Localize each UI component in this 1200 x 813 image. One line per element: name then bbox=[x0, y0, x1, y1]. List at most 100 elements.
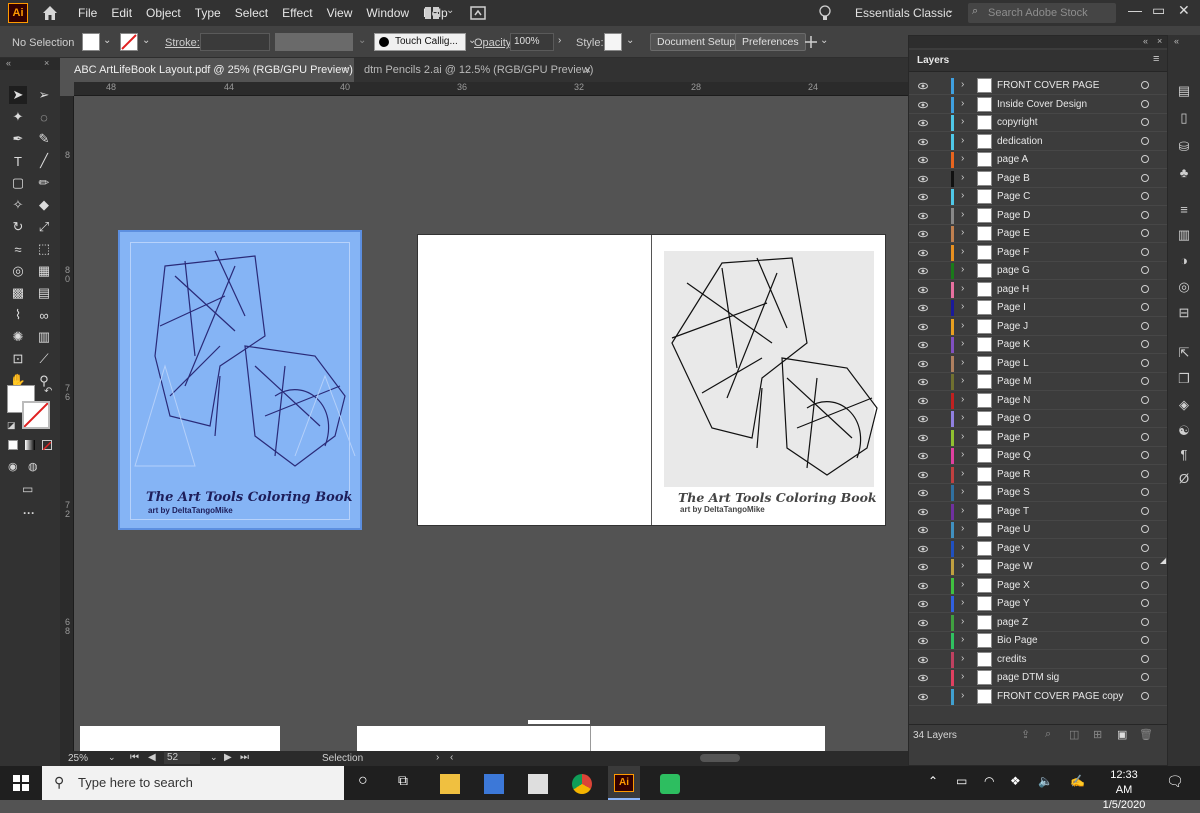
expand-layer-icon[interactable]: › bbox=[961, 301, 964, 312]
layer-row[interactable]: › copyright bbox=[909, 114, 1167, 132]
visibility-eye-icon[interactable] bbox=[918, 303, 928, 313]
tab-abc-artlifebook[interactable]: ABC ArtLifeBook Layout.pdf @ 25% (RGB/GP… bbox=[74, 58, 354, 82]
layer-target-icon[interactable] bbox=[1141, 543, 1149, 552]
layer-row[interactable]: › Page Y bbox=[909, 595, 1167, 613]
workspace-switcher[interactable]: Essentials Classic bbox=[855, 6, 952, 20]
more-tools-icon[interactable]: ··· bbox=[23, 506, 35, 520]
chevron-down-icon[interactable]: ⌄ bbox=[108, 752, 116, 763]
expand-layer-icon[interactable]: › bbox=[961, 542, 964, 553]
expand-layer-icon[interactable]: › bbox=[961, 190, 964, 201]
cortana-icon[interactable]: ○ bbox=[358, 772, 368, 790]
mesh-tool-icon[interactable]: ▩ bbox=[9, 284, 27, 302]
layer-target-icon[interactable] bbox=[1141, 580, 1149, 589]
export-panel-icon[interactable]: ⇱ bbox=[1176, 345, 1192, 361]
none-mode-icon[interactable] bbox=[42, 440, 52, 451]
chevron-down-icon[interactable]: ⌄ bbox=[103, 35, 111, 46]
export-icon[interactable]: ⇪ bbox=[1021, 728, 1030, 741]
visibility-eye-icon[interactable] bbox=[918, 618, 928, 628]
layer-target-icon[interactable] bbox=[1141, 636, 1149, 644]
chevron-right-icon[interactable]: › bbox=[558, 35, 561, 46]
paintbrush-tool-icon[interactable]: ✏ bbox=[35, 174, 53, 192]
layer-row[interactable]: › Bio Page bbox=[909, 632, 1167, 650]
layer-name[interactable]: page G bbox=[997, 265, 1030, 276]
stroke-color-box[interactable] bbox=[22, 401, 50, 429]
layer-target-icon[interactable] bbox=[1141, 691, 1149, 700]
task-view-icon[interactable]: ⧉ bbox=[398, 772, 408, 789]
layer-name[interactable]: page H bbox=[997, 284, 1029, 295]
paint-bucket-icon[interactable]: ⛁ bbox=[1176, 139, 1192, 155]
expand-layer-icon[interactable]: › bbox=[961, 653, 964, 664]
collapse-icon[interactable]: « bbox=[6, 58, 11, 68]
arrange-documents-icon[interactable] bbox=[424, 5, 440, 21]
collapse-icon[interactable]: « bbox=[1143, 36, 1148, 46]
layer-row[interactable]: › Page I bbox=[909, 299, 1167, 317]
layer-name[interactable]: Page D bbox=[997, 210, 1030, 221]
layer-name[interactable]: page DTM sig bbox=[997, 672, 1059, 683]
lasso-tool-icon[interactable]: ◌ bbox=[35, 108, 53, 126]
layer-row[interactable]: › Page V bbox=[909, 540, 1167, 558]
tab-dtm-pencils[interactable]: dtm Pencils 2.ai @ 12.5% (RGB/GPU Previe… bbox=[364, 58, 593, 82]
layer-target-icon[interactable] bbox=[1141, 340, 1149, 348]
visibility-eye-icon[interactable] bbox=[918, 322, 928, 332]
align-panel-icon[interactable]: ⊟ bbox=[1176, 305, 1192, 321]
store-icon[interactable] bbox=[484, 774, 504, 794]
layer-row[interactable]: › Page D bbox=[909, 207, 1167, 225]
layer-name[interactable]: Page O bbox=[997, 413, 1031, 424]
scroll-left-icon[interactable]: ‹ bbox=[450, 752, 453, 763]
expand-layer-icon[interactable]: › bbox=[961, 394, 964, 405]
artboard-number-field[interactable]: 52 bbox=[164, 752, 200, 764]
layer-row[interactable]: › Page W bbox=[909, 558, 1167, 576]
layer-target-icon[interactable] bbox=[1141, 673, 1149, 681]
expand-layer-icon[interactable]: › bbox=[961, 283, 964, 294]
expand-layer-icon[interactable]: › bbox=[961, 135, 964, 146]
tray-expand-icon[interactable]: ⌃ bbox=[928, 774, 938, 788]
layer-name[interactable]: Page K bbox=[997, 339, 1030, 350]
layer-row[interactable]: › Page M bbox=[909, 373, 1167, 391]
chevron-down-icon[interactable]: ⌄ bbox=[946, 5, 954, 16]
visibility-eye-icon[interactable] bbox=[918, 285, 928, 295]
chevron-down-icon[interactable]: ⌄ bbox=[446, 5, 454, 16]
expand-layer-icon[interactable]: › bbox=[961, 486, 964, 497]
battery-icon[interactable]: ▭ bbox=[956, 774, 967, 788]
layer-name[interactable]: Page J bbox=[997, 321, 1028, 332]
layer-name[interactable]: Page N bbox=[997, 395, 1030, 406]
layer-name[interactable]: Page B bbox=[997, 173, 1030, 184]
stroke-swatch[interactable] bbox=[120, 33, 138, 51]
paragraph-icon[interactable]: ¶ bbox=[1176, 447, 1192, 463]
layers-tab[interactable]: Layers ≡ bbox=[909, 50, 1167, 72]
curvature-tool-icon[interactable]: ✎ bbox=[35, 130, 53, 148]
locate-object-icon[interactable]: ⌕ bbox=[1045, 728, 1051, 741]
appearance-panel-icon[interactable]: ◎ bbox=[1176, 279, 1192, 295]
visibility-eye-icon[interactable] bbox=[918, 211, 928, 221]
layer-row[interactable]: › page G bbox=[909, 262, 1167, 280]
new-sublayer-icon[interactable]: ⊞ bbox=[1093, 728, 1102, 741]
layer-target-icon[interactable] bbox=[1141, 266, 1149, 274]
layer-row[interactable]: › Page K bbox=[909, 336, 1167, 354]
layer-target-icon[interactable] bbox=[1141, 81, 1149, 89]
visibility-eye-icon[interactable] bbox=[918, 192, 928, 202]
layer-row[interactable]: › Page C bbox=[909, 188, 1167, 206]
visibility-eye-icon[interactable] bbox=[918, 414, 928, 424]
perspective-grid-tool-icon[interactable]: ▦ bbox=[35, 262, 53, 280]
layer-row[interactable]: › FRONT COVER PAGE copy bbox=[909, 688, 1167, 706]
layer-name[interactable]: Page C bbox=[997, 191, 1030, 202]
expand-layer-icon[interactable]: › bbox=[961, 412, 964, 423]
layer-row[interactable]: › Page P bbox=[909, 429, 1167, 447]
chevron-down-icon[interactable]: ⌄ bbox=[210, 752, 218, 763]
chevron-down-icon[interactable]: ⌄ bbox=[626, 35, 634, 46]
visibility-eye-icon[interactable] bbox=[918, 137, 928, 147]
artboards-panel-icon[interactable]: ❐ bbox=[1176, 371, 1192, 387]
layer-name[interactable]: Page L bbox=[997, 358, 1029, 369]
layer-name[interactable]: Page X bbox=[997, 580, 1030, 591]
default-colors-icon[interactable]: ◪ bbox=[7, 420, 16, 431]
layer-target-icon[interactable] bbox=[1141, 414, 1149, 422]
layer-target-icon[interactable] bbox=[1141, 321, 1149, 330]
fill-swatch[interactable] bbox=[82, 33, 100, 51]
visibility-eye-icon[interactable] bbox=[918, 488, 928, 498]
maximize-icon[interactable]: ▭ bbox=[1152, 2, 1165, 19]
arrange-icon[interactable] bbox=[803, 34, 819, 50]
visibility-eye-icon[interactable] bbox=[918, 562, 928, 572]
chevron-down-icon[interactable]: ⌄ bbox=[358, 35, 366, 46]
visibility-eye-icon[interactable] bbox=[918, 470, 928, 480]
layer-target-icon[interactable] bbox=[1141, 395, 1149, 404]
